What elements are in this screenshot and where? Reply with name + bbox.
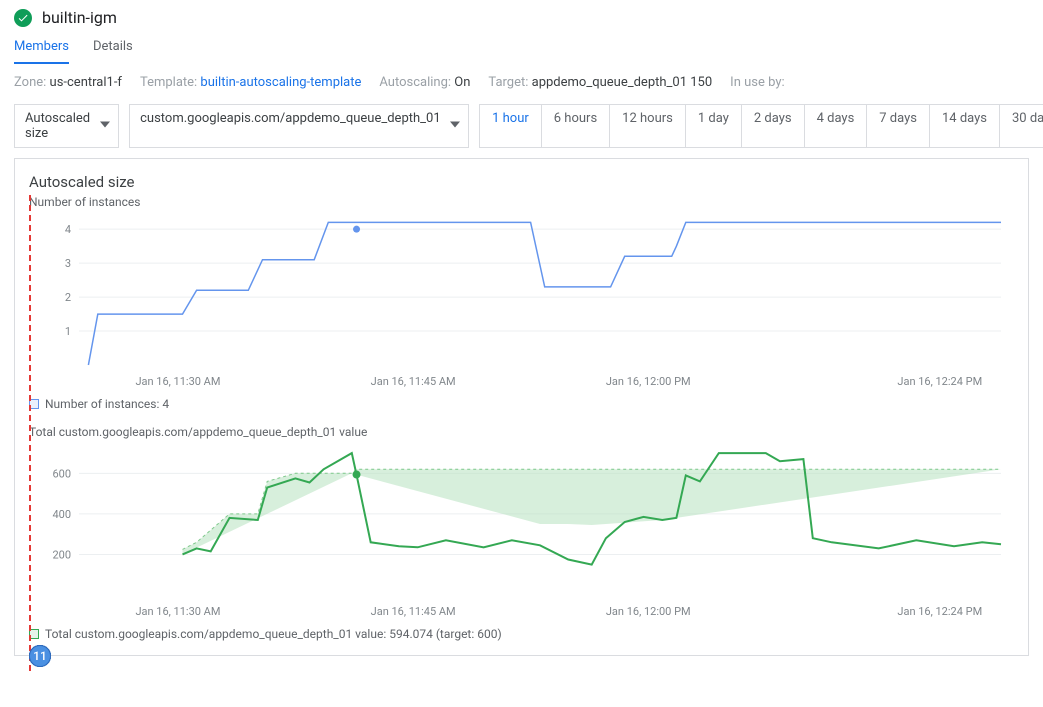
svg-text:Jan 16, 12:24 PM: Jan 16, 12:24 PM xyxy=(897,375,982,388)
legend2-swatch-icon xyxy=(29,629,39,639)
time-range-option[interactable]: 6 hours xyxy=(542,105,610,147)
svg-text:Jan 16, 11:30 AM: Jan 16, 11:30 AM xyxy=(135,375,220,388)
legend1-text: Number of instances: 4 xyxy=(45,397,169,411)
chart-instances: 1 2 3 4 Jan 16, 11:30 AM Jan 16, 11:45 AM Jan … xyxy=(29,213,1009,393)
meta-target-k: Target: xyxy=(488,75,528,90)
annotation-badge: 9 xyxy=(29,645,51,667)
annotation-badge: 7 xyxy=(29,645,51,667)
svg-text:600: 600 xyxy=(52,467,71,480)
svg-text:Jan 16, 12:00 PM: Jan 16, 12:00 PM xyxy=(606,605,691,618)
meta-autoscaling-k: Autoscaling: xyxy=(379,75,451,90)
measure-dropdown[interactable]: Autoscaled size xyxy=(14,104,119,148)
svg-text:3: 3 xyxy=(65,257,71,270)
caret-icon xyxy=(100,119,110,134)
meta-template-v[interactable]: builtin-autoscaling-template xyxy=(200,75,361,90)
legend1-swatch-icon xyxy=(29,399,39,409)
chart-queue-depth: 200 400 600 Jan 16, 11:30 AM Jan 16, 11:45 A… xyxy=(29,443,1009,623)
status-ok-icon xyxy=(14,9,32,27)
tab-members[interactable]: Members xyxy=(14,35,69,64)
chart1-subtitle: Number of instances xyxy=(29,195,1014,209)
meta-template-k: Template: xyxy=(140,75,197,90)
svg-text:2: 2 xyxy=(65,291,71,304)
svg-text:Jan 16, 12:00 PM: Jan 16, 12:00 PM xyxy=(606,375,691,388)
meta-inuse-k: In use by: xyxy=(730,75,784,90)
time-range-selector: 1 hour6 hours12 hours1 day2 days4 days7 … xyxy=(479,104,1043,148)
annotation-badge: 2 xyxy=(29,645,51,667)
page-title: builtin-igm xyxy=(42,8,117,27)
svg-text:Jan 16, 12:24 PM: Jan 16, 12:24 PM xyxy=(897,605,982,618)
legend2-text: Total custom.googleapis.com/appdemo_queu… xyxy=(45,627,502,641)
svg-text:Jan 16, 11:45 AM: Jan 16, 11:45 AM xyxy=(371,605,456,618)
time-range-option[interactable]: 30 days xyxy=(1000,105,1043,147)
meta-zone-k: Zone: xyxy=(14,75,46,90)
annotation-badge: 1 xyxy=(29,645,51,667)
svg-text:400: 400 xyxy=(52,508,71,521)
annotation-badge: 8 xyxy=(29,645,51,667)
card-title: Autoscaled size xyxy=(29,173,1014,191)
charts-card: Autoscaled size Number of instances 1 2 3 4… xyxy=(14,158,1029,656)
time-range-option[interactable]: 1 hour xyxy=(480,105,542,147)
svg-text:1: 1 xyxy=(65,325,71,338)
metric-dropdown-label: custom.googleapis.com/appdemo_queue_dept… xyxy=(140,111,441,126)
chart2-subtitle: Total custom.googleapis.com/appdemo_queu… xyxy=(29,425,1014,439)
time-range-option[interactable]: 12 hours xyxy=(610,105,686,147)
caret-icon xyxy=(450,119,460,134)
tabs: Members Details xyxy=(14,35,1029,65)
time-range-option[interactable]: 1 day xyxy=(686,105,742,147)
meta-autoscaling-v: On xyxy=(454,75,470,90)
time-range-option[interactable]: 14 days xyxy=(930,105,1000,147)
measure-dropdown-label: Autoscaled size xyxy=(25,111,90,141)
svg-text:Jan 16, 11:30 AM: Jan 16, 11:30 AM xyxy=(135,605,220,618)
annotation-badge: 6 xyxy=(29,645,51,667)
tab-details[interactable]: Details xyxy=(93,35,133,64)
time-range-option[interactable]: 2 days xyxy=(742,105,805,147)
meta-target-v: appdemo_queue_depth_01 150 xyxy=(532,75,713,90)
metric-dropdown[interactable]: custom.googleapis.com/appdemo_queue_dept… xyxy=(129,104,469,148)
time-range-option[interactable]: 4 days xyxy=(805,105,868,147)
annotation-badge: 10 xyxy=(29,645,51,667)
svg-text:200: 200 xyxy=(52,548,71,561)
svg-text:Jan 16, 11:45 AM: Jan 16, 11:45 AM xyxy=(371,375,456,388)
annotation-badge: 4 xyxy=(29,645,51,667)
svg-text:4: 4 xyxy=(65,223,71,236)
meta-row: Zone: us-central1-f Template: builtin-au… xyxy=(14,75,1029,90)
annotation-badge: 11 xyxy=(29,645,51,667)
time-range-option[interactable]: 7 days xyxy=(867,105,930,147)
annotation-badge: 5 xyxy=(29,645,51,667)
annotation-badge: 3 xyxy=(29,645,51,667)
meta-zone-v: us-central1-f xyxy=(50,75,122,90)
